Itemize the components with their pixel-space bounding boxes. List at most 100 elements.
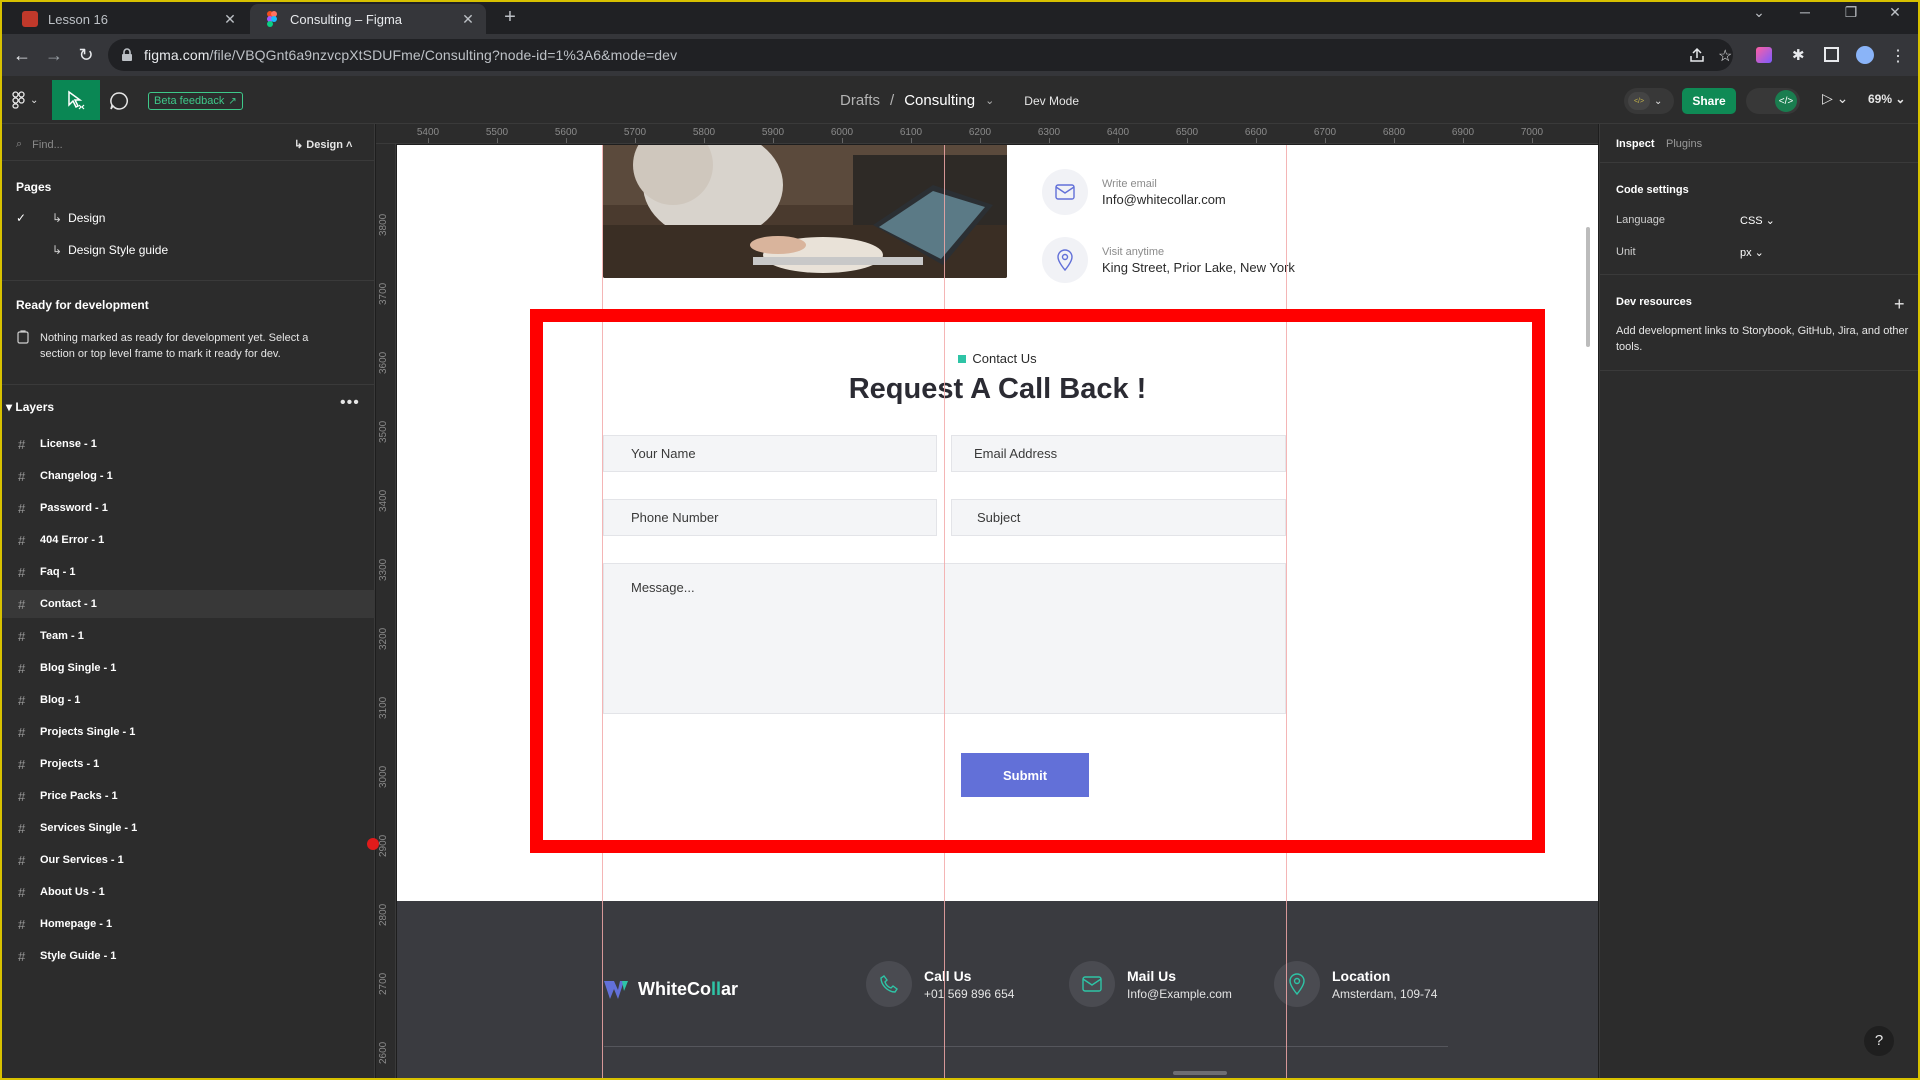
layer-item[interactable]: # Team - 1 — [0, 622, 375, 650]
comment-icon[interactable] — [108, 90, 130, 112]
layer-item[interactable]: # Password - 1 — [0, 494, 375, 522]
share-page-icon[interactable] — [1688, 46, 1706, 64]
ruler-tick-label: 6100 — [899, 127, 923, 138]
frame-icon: # — [18, 628, 26, 644]
tab-search-icon[interactable]: ⌄ — [1744, 4, 1774, 21]
layer-item[interactable]: # Price Packs - 1 — [0, 782, 375, 810]
more-menu-icon[interactable]: ⋮ — [1890, 46, 1908, 65]
ruler-tick-label: 6900 — [1451, 127, 1475, 138]
layer-item[interactable]: # Projects - 1 — [0, 750, 375, 778]
breadcrumb-file[interactable]: Consulting — [904, 92, 975, 109]
language-select[interactable]: CSS ⌄ — [1740, 214, 1775, 227]
ruler-mark — [842, 138, 843, 143]
ruler-tick-label: 6300 — [1037, 127, 1061, 138]
ruler-tick-label: 6800 — [1382, 127, 1406, 138]
find-field[interactable]: ⌕ Find... — [16, 138, 63, 151]
frame-icon: # — [18, 596, 26, 612]
puzzle-extensions-icon[interactable]: ✱ — [1792, 46, 1810, 64]
zoom-level[interactable]: 69% ⌄ — [1868, 92, 1905, 106]
ruler-mark — [566, 138, 567, 143]
address-contact: Visit anytime King Street, Prior Lake, N… — [1042, 237, 1295, 283]
restore-icon[interactable]: ❐ — [1836, 4, 1866, 21]
design-selector[interactable]: ↳ Design ˄ — [294, 138, 352, 151]
cursor-code-icon — [68, 90, 85, 110]
close-icon[interactable]: ✕ — [460, 11, 476, 28]
ruler-tick-label: 5500 — [485, 127, 509, 138]
layer-item[interactable]: # Homepage - 1 — [0, 910, 375, 938]
page-item-design[interactable]: ✓ ↳ Design — [16, 206, 356, 230]
beta-feedback-button[interactable]: Beta feedback ↗ — [148, 92, 243, 110]
reload-icon[interactable]: ↻ — [74, 44, 98, 66]
extension-icon[interactable] — [1756, 47, 1772, 63]
unit-select[interactable]: px ⌄ — [1740, 246, 1764, 259]
multiplayer-avatar-pill[interactable]: </> ⌄ — [1624, 88, 1674, 114]
canvas-scrollbar[interactable] — [1586, 227, 1590, 347]
minimize-icon[interactable]: ─ — [1790, 4, 1820, 20]
dev-mode-toggle[interactable]: </> — [1746, 88, 1800, 114]
figma-favicon-icon — [264, 11, 280, 27]
layer-item[interactable]: #404 Error - 1 — [0, 526, 375, 554]
layer-item[interactable]: # Faq - 1 — [0, 558, 375, 586]
layer-item[interactable]: # Changelog - 1 — [0, 462, 375, 490]
ruler-mark — [1256, 138, 1257, 143]
page-item-design-style-guide[interactable]: ↳ Design Style guide — [16, 238, 356, 262]
bookmark-star-icon[interactable]: ☆ — [1718, 46, 1736, 65]
share-button[interactable]: Share — [1682, 88, 1736, 114]
unit-label: Unit — [1616, 246, 1636, 258]
profile-avatar[interactable] — [1856, 46, 1874, 64]
present-play-icon[interactable]: ▷ ⌄ — [1822, 90, 1848, 107]
layer-item[interactable]: # Style Guide - 1 — [0, 942, 375, 970]
canvas[interactable]: Write email Info@whitecollar.com Visit a… — [397, 145, 1598, 1080]
close-icon[interactable]: ✕ — [222, 11, 238, 28]
new-tab-button[interactable]: + — [498, 6, 522, 30]
window-close-icon[interactable]: ✕ — [1880, 4, 1910, 21]
canvas-scroll-handle[interactable] — [1173, 1071, 1227, 1075]
subject-field[interactable]: Subject — [951, 499, 1286, 536]
layer-item[interactable]: # Projects Single - 1 — [0, 718, 375, 746]
ruler-tick-label: 3700 — [378, 282, 389, 305]
layers-more-icon[interactable]: ••• — [340, 394, 360, 412]
forward-icon[interactable]: → — [42, 44, 66, 66]
contact-page-frame[interactable]: Write email Info@whitecollar.com Visit a… — [397, 145, 1598, 901]
sidepanel-icon[interactable] — [1824, 47, 1839, 62]
tab-title: Consulting – Figma — [290, 11, 402, 27]
layer-item[interactable]: # About Us - 1 — [0, 878, 375, 906]
ruler-tick-label: 6200 — [968, 127, 992, 138]
ruler-mark — [635, 138, 636, 143]
mail-value: Info@Example.com — [1127, 986, 1232, 1001]
tab-plugins[interactable]: Plugins — [1666, 138, 1702, 150]
tab-consulting-figma[interactable]: Consulting – Figma ✕ — [250, 4, 486, 34]
layer-item[interactable]: # Contact - 1 — [0, 590, 375, 618]
page-label: Design — [68, 211, 106, 225]
layers-title[interactable]: ▾ Layers — [6, 400, 54, 414]
layer-item[interactable]: # Services Single - 1 — [0, 814, 375, 842]
phone-field[interactable]: Phone Number — [603, 499, 937, 536]
back-icon[interactable]: ← — [10, 44, 34, 66]
tab-lesson-16[interactable]: Lesson 16 ✕ — [8, 4, 248, 34]
ruler-mark — [980, 138, 981, 143]
main-menu-button[interactable]: ⌄ — [12, 90, 42, 110]
name-field[interactable]: Your Name — [603, 435, 937, 472]
ruler-tick-label: 6500 — [1175, 127, 1199, 138]
submit-button[interactable]: Submit — [961, 753, 1089, 797]
layer-item[interactable]: # Blog Single - 1 — [0, 654, 375, 682]
ruler-tick-label: 5700 — [623, 127, 647, 138]
footer-call: Call Us +01 569 896 654 — [866, 961, 1014, 1007]
chevron-down-icon[interactable]: ⌄ — [985, 94, 994, 107]
email-label: Write email — [1102, 177, 1157, 190]
add-resource-icon[interactable]: + — [1894, 294, 1905, 315]
layer-item[interactable]: # License - 1 — [0, 430, 375, 458]
tab-inspect[interactable]: Inspect — [1616, 138, 1655, 150]
layer-item[interactable]: # Our Services - 1 — [0, 846, 375, 874]
url-field[interactable]: figma.com/file/VBQGnt6a9nzvcpXtSDUFme/Co… — [108, 39, 1733, 71]
breadcrumb-drafts[interactable]: Drafts — [840, 92, 880, 109]
frame-icon: # — [18, 916, 26, 932]
help-button[interactable]: ? — [1864, 1026, 1894, 1056]
browser-tabbar: Lesson 16 ✕ Consulting – Figma ✕ + ⌄ ─ ❐… — [0, 0, 1920, 34]
layer-item[interactable]: # Blog - 1 — [0, 686, 375, 714]
layer-label: Projects Single - 1 — [40, 726, 136, 738]
email-field[interactable]: Email Address — [951, 435, 1286, 472]
email-contact: Write email Info@whitecollar.com — [1042, 169, 1226, 215]
layer-label: Our Services - 1 — [40, 854, 124, 866]
select-tool-button[interactable] — [52, 80, 100, 120]
